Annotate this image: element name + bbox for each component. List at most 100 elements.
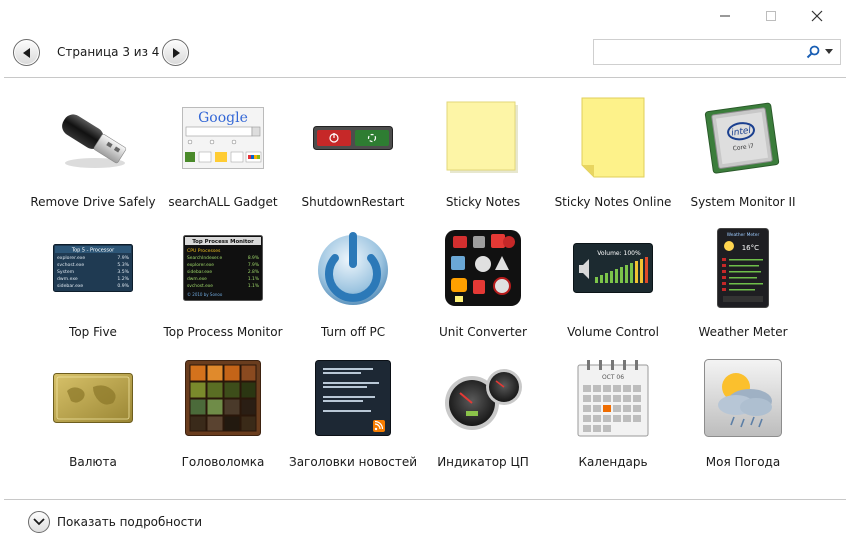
svg-text:SearchIndexer.e: SearchIndexer.e <box>187 255 223 261</box>
svg-text:dwm.exe: dwm.exe <box>187 276 207 282</box>
sticky-note-icon <box>446 101 518 173</box>
volume-control-icon: Volume: 100% <box>573 243 653 293</box>
svg-text:1.2%: 1.2% <box>117 276 129 282</box>
gadget-puzzle[interactable]: Головоломка <box>158 352 288 482</box>
gadget-news-headlines[interactable]: Заголовки новостей <box>288 352 418 482</box>
svg-text:1.1%: 1.1% <box>248 283 259 289</box>
gadget-label: Sticky Notes Online <box>554 195 672 209</box>
close-button[interactable] <box>794 4 840 28</box>
gadget-top-process-monitor[interactable]: Top Process Monitor CPU Processes Search… <box>158 222 288 352</box>
svg-text:1.1%: 1.1% <box>248 276 259 282</box>
expand-details-button[interactable] <box>28 511 50 533</box>
calendar-icon: OCT 06 <box>577 360 649 437</box>
gadget-calendar[interactable]: OCT 06 Календарь <box>548 352 678 482</box>
svg-text:sidebar.exe: sidebar.exe <box>57 283 83 289</box>
gadget-label: Turn off PC <box>320 325 386 339</box>
close-icon <box>811 10 823 22</box>
window-controls <box>702 4 840 28</box>
google-search-icon: Google <box>182 107 264 169</box>
cpu-chip-icon: intel Core i7 <box>704 102 780 174</box>
show-details-label: Показать подробности <box>57 515 202 529</box>
gadget-turn-off-pc[interactable]: Turn off PC <box>288 222 418 352</box>
gadget-currency[interactable]: Валюта <box>28 352 158 482</box>
minimize-icon <box>720 15 730 17</box>
gadget-label: Индикатор ЦП <box>437 455 529 469</box>
gadget-shutdown-restart[interactable]: ShutdownRestart <box>288 92 418 222</box>
gadget-label: Volume Control <box>567 325 659 339</box>
svg-text:7.9%: 7.9% <box>117 255 129 261</box>
svg-text:sidebar.exe: sidebar.exe <box>187 269 212 275</box>
maximize-icon <box>766 11 776 21</box>
gadget-label: Top Process Monitor <box>163 325 283 339</box>
gadget-sticky-notes-online[interactable]: Sticky Notes Online <box>548 92 678 222</box>
search-icon[interactable] <box>806 45 820 59</box>
toolbar: Страница 3 из 4 <box>0 38 850 68</box>
currency-card-icon <box>53 373 133 423</box>
svg-text:5.3%: 5.3% <box>117 262 129 268</box>
svg-text:0.9%: 0.9% <box>117 283 129 289</box>
thumb-footer: © 2010 by Sonoo <box>187 292 223 297</box>
bottom-divider <box>4 499 846 500</box>
thumb-sub: 16°C <box>742 244 759 252</box>
thumb-text: Top 5 - Processor <box>71 248 115 254</box>
weather-cloud-icon <box>704 359 782 437</box>
gadget-label: Remove Drive Safely <box>30 195 156 209</box>
sticky-note-online-icon <box>581 97 645 178</box>
cpu-meter-icon <box>445 369 522 430</box>
search-box <box>593 39 841 65</box>
thumb-text: OCT 06 <box>602 374 624 381</box>
shutdown-restart-icon <box>313 126 393 150</box>
gadget-system-monitor-ii[interactable]: intel Core i7 System Monitor II <box>678 92 808 222</box>
gadget-label: Валюта <box>69 455 117 469</box>
top-divider <box>4 77 846 78</box>
gadget-label: Моя Погода <box>705 455 781 469</box>
thumb-text: Weather Meter <box>727 232 760 238</box>
usb-drive-icon <box>62 114 127 168</box>
gadget-label: Unit Converter <box>438 325 527 339</box>
search-options-dropdown[interactable] <box>825 49 833 55</box>
weather-meter-icon: Weather Meter 16°C <box>717 228 769 308</box>
gadget-sticky-notes[interactable]: Sticky Notes <box>418 92 548 222</box>
page-indicator: Страница 3 из 4 <box>57 45 160 59</box>
gadget-volume-control[interactable]: Volume: 100% Volume Control <box>548 222 678 352</box>
process-monitor-icon: Top Process Monitor CPU Processes Search… <box>183 235 263 301</box>
search-input[interactable] <box>594 40 800 64</box>
gadget-searchall[interactable]: Google searchALL Gadget <box>158 92 288 222</box>
previous-page-button[interactable] <box>13 39 40 66</box>
svg-text:8.9%: 8.9% <box>248 255 259 261</box>
thumb-text: Google <box>198 110 248 126</box>
gadget-label: Заголовки новостей <box>289 455 417 469</box>
arrow-right-icon <box>172 47 180 58</box>
gadget-label: Weather Meter <box>698 325 788 339</box>
gadget-unit-converter[interactable]: Unit Converter <box>418 222 548 352</box>
gadget-label: searchALL Gadget <box>168 195 278 209</box>
gadget-remove-drive-safely[interactable]: Remove Drive Safely <box>28 92 158 222</box>
unit-converter-icon <box>445 230 521 306</box>
svg-text:explorer.exe: explorer.exe <box>57 255 85 261</box>
gadget-weather-meter[interactable]: Weather Meter 16°C Weather Meter <box>678 222 808 352</box>
gadget-my-weather[interactable]: Моя Погода <box>678 352 808 482</box>
top-five-panel-icon: Top 5 - Processor explorer.exe 7.9% svcho… <box>53 244 133 292</box>
thumb-sub: CPU Processes <box>187 248 221 254</box>
gadget-label: ShutdownRestart <box>301 195 405 209</box>
svg-text:svchost.exe: svchost.exe <box>57 262 84 268</box>
news-headlines-icon <box>315 360 391 436</box>
svg-text:explorer.exe: explorer.exe <box>187 262 214 268</box>
gadget-label: Top Five <box>69 325 117 339</box>
gadget-label: System Monitor II <box>690 195 796 209</box>
minimize-button[interactable] <box>702 4 748 28</box>
gadget-grid: Remove Drive Safely Google searchALL Gad… <box>28 92 808 482</box>
thumb-text: Volume: 100% <box>597 250 641 257</box>
gadget-top-five[interactable]: Top 5 - Processor explorer.exe 7.9% svcho… <box>28 222 158 352</box>
show-details-toggle[interactable]: Показать подробности <box>28 511 202 533</box>
thumb-text: Top Process Monitor <box>192 239 254 245</box>
svg-text:7.9%: 7.9% <box>248 262 259 268</box>
gadget-label: Головоломка <box>181 455 265 469</box>
gadget-label: Sticky Notes <box>445 195 521 209</box>
puzzle-icon <box>185 360 261 436</box>
next-page-button[interactable] <box>162 39 189 66</box>
chevron-down-icon <box>33 518 45 526</box>
maximize-button[interactable] <box>748 4 794 28</box>
arrow-left-icon <box>22 47 30 58</box>
gadget-cpu-meter[interactable]: Индикатор ЦП <box>418 352 548 482</box>
